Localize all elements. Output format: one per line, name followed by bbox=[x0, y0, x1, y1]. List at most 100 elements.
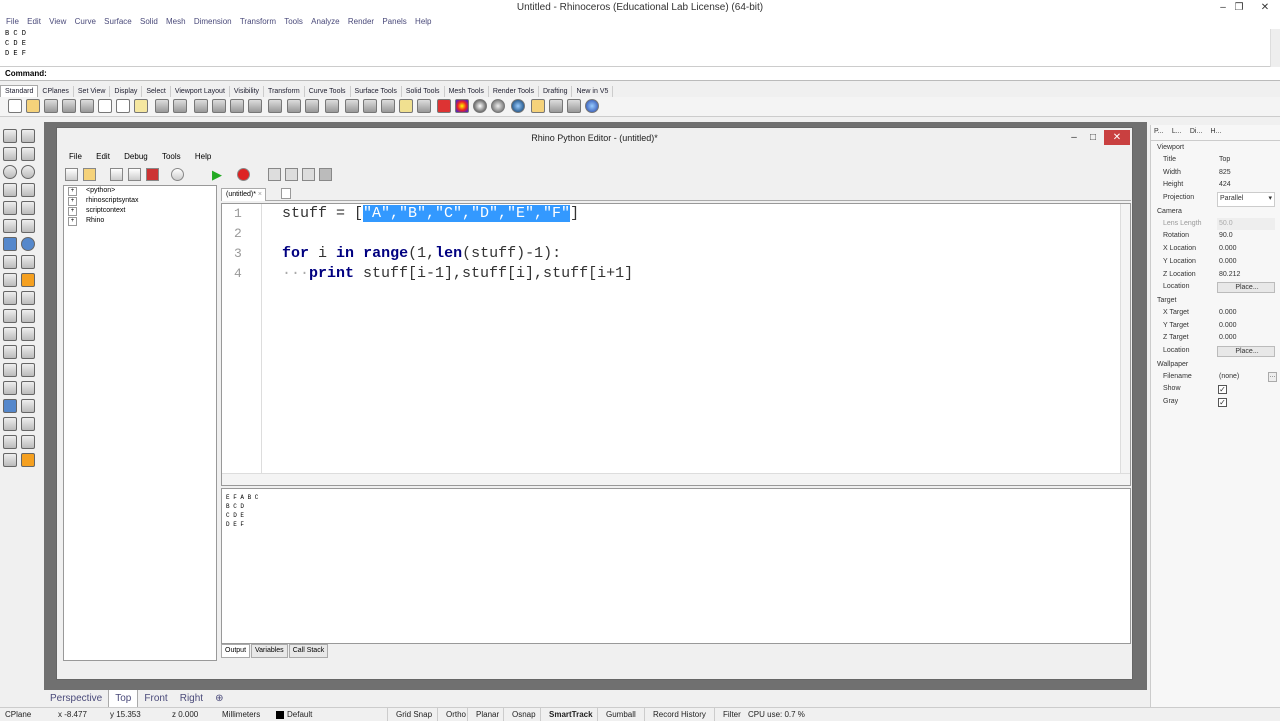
history-icon[interactable] bbox=[21, 417, 35, 431]
y-target-field[interactable]: 0.000 bbox=[1217, 320, 1275, 333]
tab-properties[interactable]: P... bbox=[1151, 125, 1167, 139]
menu-mesh[interactable]: Mesh bbox=[166, 15, 186, 29]
group-icon[interactable] bbox=[3, 381, 17, 395]
new-script-icon[interactable] bbox=[65, 168, 78, 181]
stop-icon[interactable] bbox=[319, 168, 332, 181]
undo-icon[interactable] bbox=[155, 99, 169, 113]
ellipse-icon[interactable] bbox=[21, 165, 35, 179]
tab-select[interactable]: Select bbox=[142, 86, 171, 97]
height-field[interactable]: 424 bbox=[1217, 179, 1275, 192]
zoom-window-icon[interactable] bbox=[230, 99, 244, 113]
tab-surface-tools[interactable]: Surface Tools bbox=[351, 86, 402, 97]
ortho-toggle[interactable]: Ortho bbox=[437, 708, 466, 721]
title-field[interactable]: Top bbox=[1217, 154, 1275, 167]
tree-item-rhino[interactable]: Rhino bbox=[64, 216, 216, 226]
editor-minimize-icon[interactable]: – bbox=[1065, 130, 1083, 145]
polygon-icon[interactable] bbox=[3, 201, 17, 215]
polyline-icon[interactable] bbox=[3, 147, 17, 161]
smarttrack-toggle[interactable]: SmartTrack bbox=[540, 708, 593, 721]
browse-button[interactable]: … bbox=[1268, 371, 1277, 382]
filter-toggle[interactable]: Filter bbox=[714, 708, 741, 721]
command-line[interactable]: Command: bbox=[0, 67, 1280, 81]
layout-icon[interactable] bbox=[3, 435, 17, 449]
step-out-icon[interactable] bbox=[302, 168, 315, 181]
tree-item-scriptcontext[interactable]: scriptcontext bbox=[64, 206, 216, 216]
tab-viewport-layout[interactable]: Viewport Layout bbox=[171, 86, 230, 97]
tab-set-view[interactable]: Set View bbox=[74, 86, 111, 97]
check-icon[interactable] bbox=[21, 435, 35, 449]
tab-cplanes[interactable]: CPlanes bbox=[38, 86, 74, 97]
lightbulb-icon[interactable] bbox=[399, 99, 413, 113]
four-views-icon[interactable] bbox=[305, 99, 319, 113]
maximize-icon[interactable]: ❐ bbox=[1230, 0, 1248, 15]
y-location-field[interactable]: 0.000 bbox=[1217, 256, 1275, 269]
planar-toggle[interactable]: Planar bbox=[467, 708, 499, 721]
text-icon[interactable] bbox=[3, 363, 17, 377]
run-icon[interactable]: ▶ bbox=[212, 168, 225, 181]
code-editor[interactable]: 1 2 3 4 stuff = ["A","B","C","D","E","F"… bbox=[221, 203, 1131, 486]
rectangle-icon[interactable] bbox=[21, 183, 35, 197]
history-scrollbar[interactable] bbox=[1270, 29, 1280, 67]
camera-place-button[interactable]: Place... bbox=[1217, 282, 1275, 294]
editor-menu-help[interactable]: Help bbox=[195, 150, 211, 164]
tab-help[interactable]: H... bbox=[1208, 125, 1225, 139]
tab-top[interactable]: Top bbox=[108, 690, 139, 708]
close-icon[interactable]: ✕ bbox=[1256, 0, 1274, 15]
z-location-field[interactable]: 80.212 bbox=[1217, 269, 1275, 282]
grid-snap-toggle[interactable]: Grid Snap bbox=[387, 708, 432, 721]
x-target-field[interactable]: 0.000 bbox=[1217, 307, 1275, 320]
scale-icon[interactable] bbox=[21, 291, 35, 305]
move-icon[interactable] bbox=[21, 273, 35, 287]
point-icon[interactable] bbox=[21, 129, 35, 143]
step-over-icon[interactable] bbox=[285, 168, 298, 181]
code-vertical-scrollbar[interactable] bbox=[1120, 204, 1130, 474]
rendered-sphere-icon[interactable] bbox=[491, 99, 505, 113]
zoom-selected-icon[interactable] bbox=[268, 99, 282, 113]
shaded-sphere-icon[interactable] bbox=[473, 99, 487, 113]
tab-solid-tools[interactable]: Solid Tools bbox=[402, 86, 445, 97]
layer-label[interactable]: Default bbox=[287, 708, 312, 721]
join-icon[interactable] bbox=[3, 327, 17, 341]
show-checkbox[interactable]: ✓ bbox=[1218, 385, 1227, 395]
tab-new-in-v5[interactable]: New in V5 bbox=[572, 86, 614, 97]
split-icon[interactable] bbox=[21, 309, 35, 323]
tab-right[interactable]: Right bbox=[174, 690, 209, 707]
gray-checkbox[interactable]: ✓ bbox=[1218, 398, 1227, 407]
menu-edit[interactable]: Edit bbox=[27, 15, 41, 29]
editor-menu-file[interactable]: File bbox=[69, 150, 82, 164]
projection-select[interactable]: Parallel ▾ bbox=[1217, 192, 1275, 207]
gumball-toggle[interactable]: Gumball bbox=[597, 708, 636, 721]
code-text[interactable]: stuff = ["A","B","C","D","E","F"] for i … bbox=[282, 204, 1082, 284]
menu-analyze[interactable]: Analyze bbox=[311, 15, 339, 29]
new-tab-icon[interactable] bbox=[281, 188, 291, 199]
arc-icon[interactable] bbox=[3, 183, 17, 197]
code-horizontal-scrollbar[interactable] bbox=[222, 473, 1130, 485]
print-icon[interactable] bbox=[62, 99, 76, 113]
fillet-icon[interactable] bbox=[21, 201, 35, 215]
cplane-icon[interactable] bbox=[325, 99, 339, 113]
editor-menu-debug[interactable]: Debug bbox=[124, 150, 148, 164]
osnap-toggle[interactable]: Osnap bbox=[503, 708, 536, 721]
cylinder-icon[interactable] bbox=[3, 255, 17, 269]
editor-close-icon[interactable]: ✕ bbox=[1104, 130, 1130, 145]
add-viewport-icon[interactable]: ⊕ bbox=[209, 690, 229, 707]
select-icon[interactable] bbox=[363, 99, 377, 113]
menu-view[interactable]: View bbox=[49, 15, 66, 29]
editor-maximize-icon[interactable]: □ bbox=[1084, 130, 1102, 145]
array-icon[interactable] bbox=[3, 291, 17, 305]
tab-untitled[interactable]: (untitled)* × bbox=[221, 188, 266, 201]
tab-curve-tools[interactable]: Curve Tools bbox=[305, 86, 351, 97]
copy-icon[interactable] bbox=[116, 99, 130, 113]
save-all-icon[interactable] bbox=[128, 168, 141, 181]
rotate-view-icon[interactable] bbox=[194, 99, 208, 113]
x-location-field[interactable]: 0.000 bbox=[1217, 243, 1275, 256]
menu-tools[interactable]: Tools bbox=[284, 15, 303, 29]
menu-surface[interactable]: Surface bbox=[104, 15, 132, 29]
tab-variables[interactable]: Variables bbox=[251, 644, 288, 658]
extrude-icon[interactable] bbox=[21, 219, 35, 233]
color-wheel-icon[interactable] bbox=[455, 99, 469, 113]
menu-panels[interactable]: Panels bbox=[382, 15, 406, 29]
rebuild-icon[interactable] bbox=[21, 345, 35, 359]
help-icon[interactable] bbox=[585, 99, 599, 113]
mesh-icon[interactable] bbox=[21, 255, 35, 269]
